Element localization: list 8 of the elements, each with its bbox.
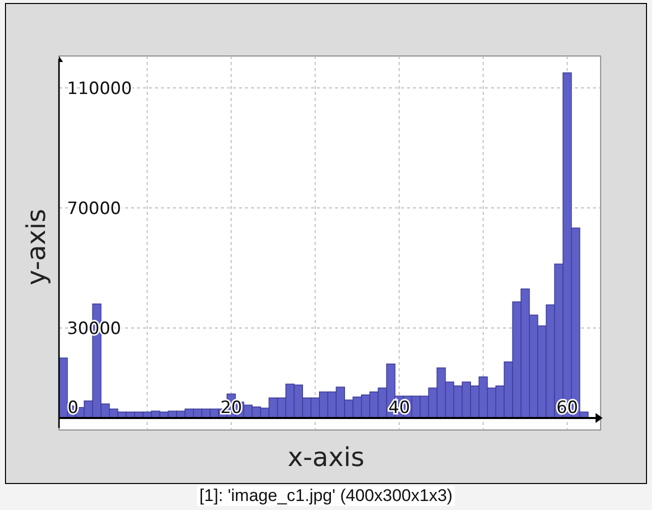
window-caption: [1]: 'image_c1.jpg' (400x300x1x3): [197, 486, 455, 506]
tick-label: 40: [388, 398, 410, 418]
tick-label: 110000: [67, 78, 132, 99]
tick-label: 20: [220, 398, 242, 418]
axis-label: x-axis: [288, 443, 364, 473]
axis-label: y-axis: [22, 208, 52, 286]
tick-label: 60: [556, 398, 578, 418]
tick-label: 70000: [67, 198, 122, 219]
